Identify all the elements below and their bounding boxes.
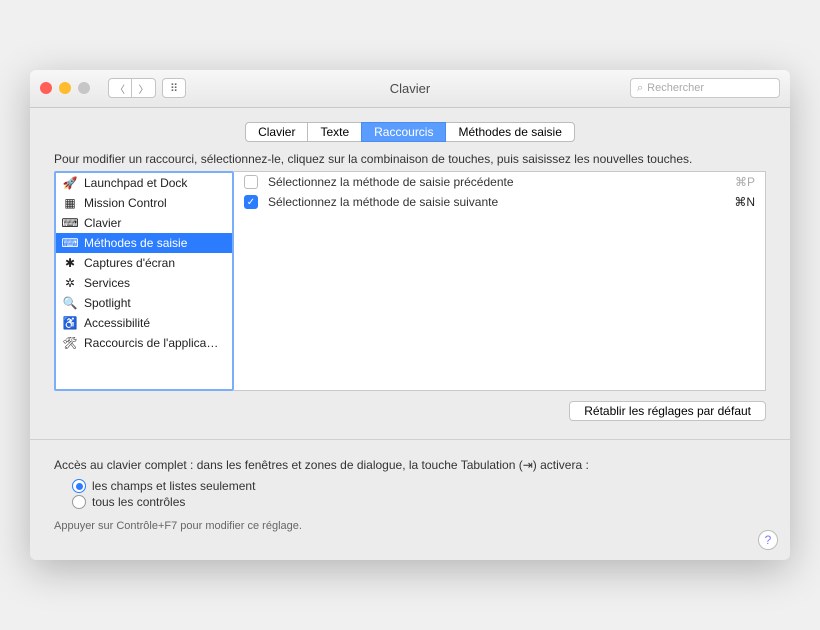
- category-accessibility[interactable]: ♿Accessibilité: [56, 313, 232, 333]
- shortcut-checkbox[interactable]: [244, 175, 258, 189]
- search-icon: ⌕: [637, 82, 643, 95]
- category-app-shortcuts[interactable]: 🛠Raccourcis de l'applica…: [56, 333, 232, 353]
- accessibility-icon: ♿: [62, 315, 78, 331]
- traffic-lights: [40, 82, 90, 94]
- restore-row: Rétablir les réglages par défaut: [54, 401, 766, 421]
- radio-button-icon: [72, 479, 86, 493]
- shortcut-label: Sélectionnez la méthode de saisie suivan…: [268, 195, 724, 209]
- nav-buttons: 〈 〉: [108, 78, 156, 98]
- launchpad-icon: 🚀: [62, 175, 78, 191]
- search-input[interactable]: ⌕ Rechercher: [630, 78, 780, 98]
- panels: 🚀Launchpad et Dock ▦Mission Control ⌨Cla…: [54, 171, 766, 391]
- radio-group: les champs et listes seulement tous les …: [72, 478, 766, 510]
- services-icon: ✲: [62, 275, 78, 291]
- app-shortcuts-icon: 🛠: [62, 335, 78, 351]
- tab-methodes[interactable]: Méthodes de saisie: [445, 122, 574, 142]
- tab-raccourcis[interactable]: Raccourcis: [361, 122, 446, 142]
- shortcut-list[interactable]: Sélectionnez la méthode de saisie précéd…: [234, 171, 766, 391]
- instruction-text: Pour modifier un raccourci, sélectionnez…: [54, 152, 766, 168]
- screenshot-icon: ✱: [62, 255, 78, 271]
- tab-bar: Clavier Texte Raccourcis Méthodes de sai…: [54, 122, 766, 142]
- forward-button[interactable]: 〉: [132, 78, 156, 98]
- titlebar: 〈 〉 ⠿ Clavier ⌕ Rechercher: [30, 70, 790, 108]
- category-services[interactable]: ✲Services: [56, 273, 232, 293]
- radio-button-icon: [72, 495, 86, 509]
- shortcut-row[interactable]: ✓ Sélectionnez la méthode de saisie suiv…: [234, 192, 765, 212]
- radio-fields-only[interactable]: les champs et listes seulement: [72, 478, 766, 494]
- zoom-icon[interactable]: [78, 82, 90, 94]
- shortcut-checkbox[interactable]: ✓: [244, 195, 258, 209]
- keyboard-icon: ⌨: [62, 215, 78, 231]
- content: Clavier Texte Raccourcis Méthodes de sai…: [30, 108, 790, 553]
- restore-defaults-button[interactable]: Rétablir les réglages par défaut: [569, 401, 766, 421]
- preferences-window: 〈 〉 ⠿ Clavier ⌕ Rechercher Clavier Texte…: [30, 70, 790, 561]
- spotlight-icon: 🔍: [62, 295, 78, 311]
- shortcut-key[interactable]: ⌘P: [735, 175, 755, 189]
- separator: [30, 439, 790, 440]
- hint-text: Appuyer sur Contrôle+F7 pour modifier ce…: [54, 520, 766, 532]
- category-launchpad[interactable]: 🚀Launchpad et Dock: [56, 173, 232, 193]
- tab-clavier[interactable]: Clavier: [245, 122, 308, 142]
- search-placeholder: Rechercher: [647, 82, 704, 94]
- category-list[interactable]: 🚀Launchpad et Dock ▦Mission Control ⌨Cla…: [54, 171, 234, 391]
- category-mission-control[interactable]: ▦Mission Control: [56, 193, 232, 213]
- back-button[interactable]: 〈: [108, 78, 132, 98]
- close-icon[interactable]: [40, 82, 52, 94]
- category-clavier[interactable]: ⌨Clavier: [56, 213, 232, 233]
- category-input-methods[interactable]: ⌨Méthodes de saisie: [56, 233, 232, 253]
- show-all-button[interactable]: ⠿: [162, 78, 186, 98]
- shortcut-row[interactable]: Sélectionnez la méthode de saisie précéd…: [234, 172, 765, 192]
- shortcut-key[interactable]: ⌘N: [734, 195, 755, 209]
- radio-label: tous les contrôles: [92, 495, 185, 509]
- full-keyboard-access-label: Accès au clavier complet : dans les fenê…: [54, 458, 766, 472]
- category-screenshots[interactable]: ✱Captures d'écran: [56, 253, 232, 273]
- radio-label: les champs et listes seulement: [92, 479, 255, 493]
- mission-control-icon: ▦: [62, 195, 78, 211]
- tab-texte[interactable]: Texte: [307, 122, 362, 142]
- category-spotlight[interactable]: 🔍Spotlight: [56, 293, 232, 313]
- input-methods-icon: ⌨: [62, 235, 78, 251]
- shortcut-label: Sélectionnez la méthode de saisie précéd…: [268, 175, 725, 189]
- radio-all-controls[interactable]: tous les contrôles: [72, 494, 766, 510]
- minimize-icon[interactable]: [59, 82, 71, 94]
